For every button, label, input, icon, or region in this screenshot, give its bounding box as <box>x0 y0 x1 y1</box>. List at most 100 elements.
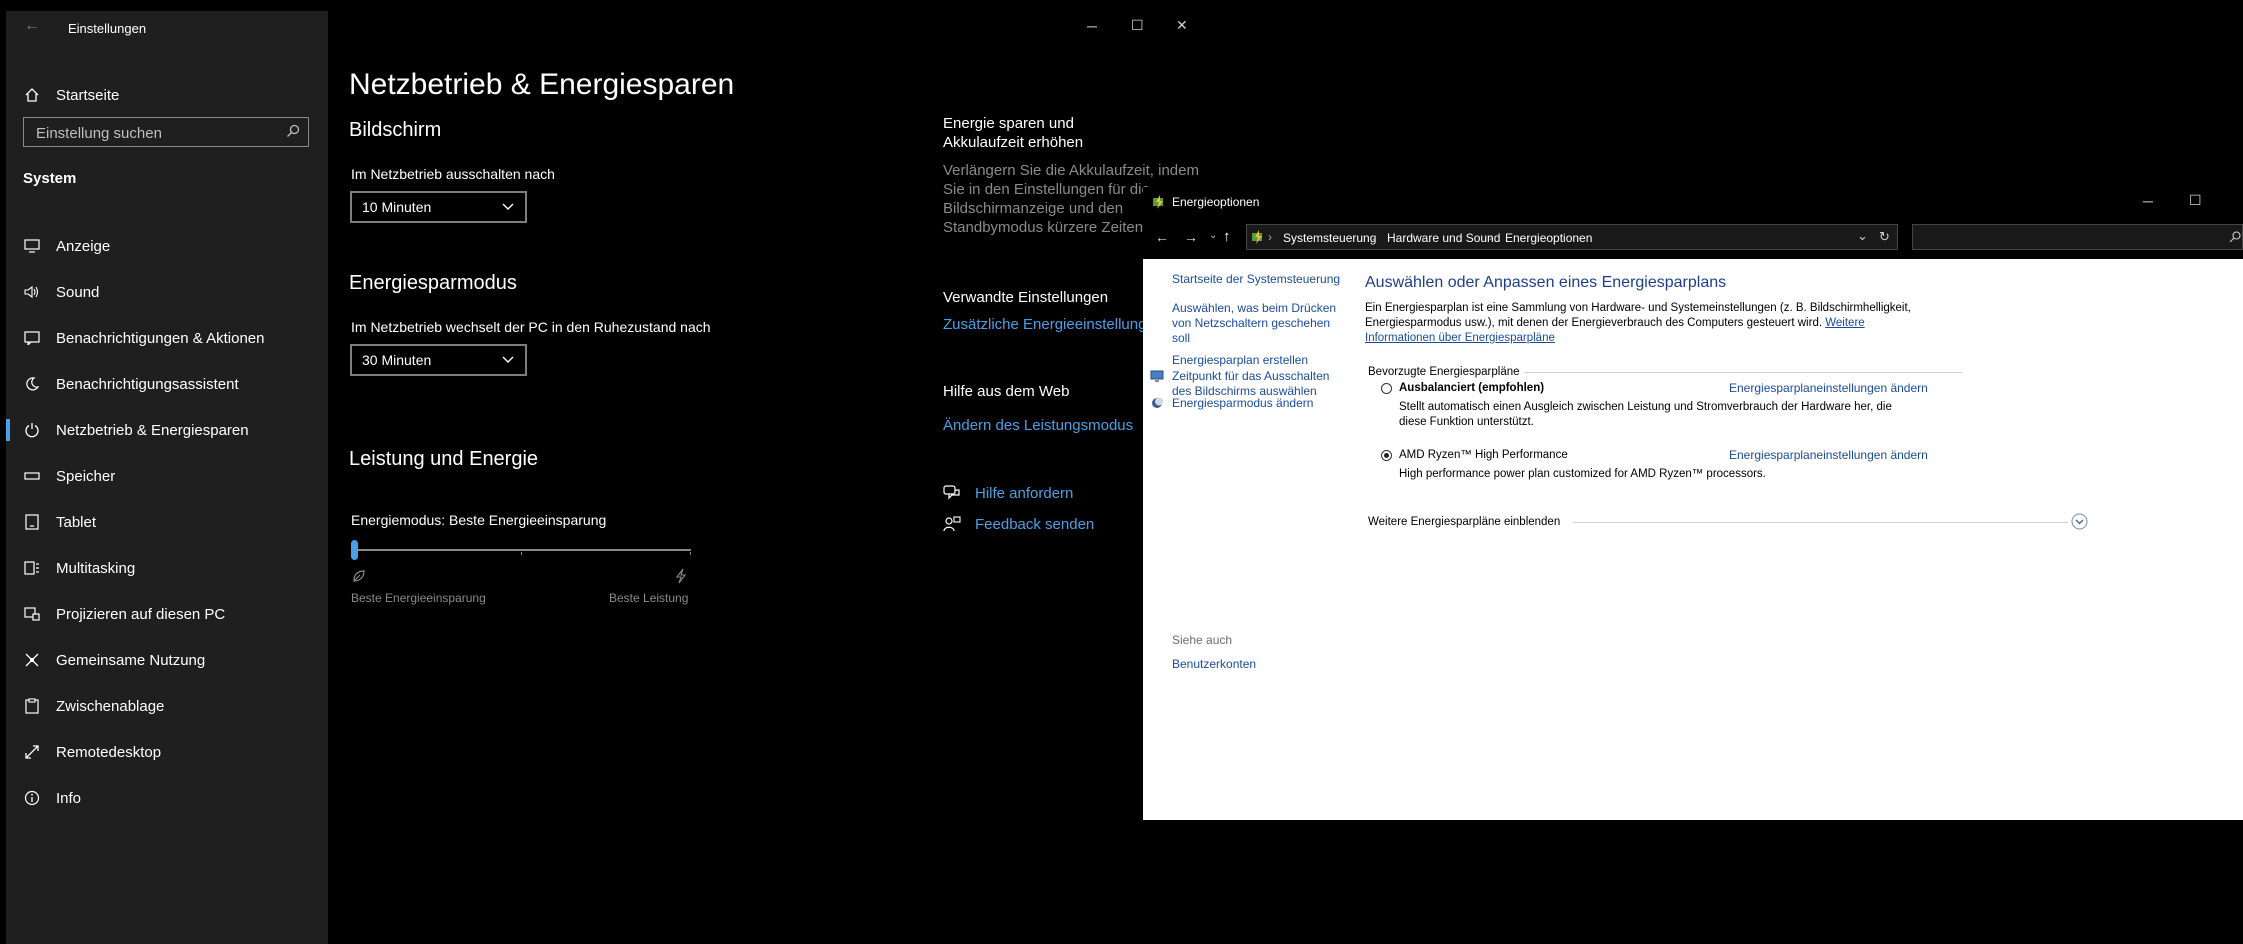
search-icon[interactable] <box>286 124 300 143</box>
nav-item-label: Tablet <box>56 513 97 531</box>
display-timeout-icon <box>1150 370 1164 388</box>
display-timeout-link[interactable]: Zeitpunkt für das Ausschalten des Bildsc… <box>1172 369 1342 399</box>
share-icon <box>22 650 42 670</box>
power-options-content: Startseite der Systemsteuerung Auswählen… <box>1143 259 2243 820</box>
plan-amd-settings-link[interactable]: Energiesparplaneinstellungen ändern <box>1729 448 1928 463</box>
save-energy-title: Energie sparen und Akkulaufzeit erhöhen <box>943 115 1084 151</box>
slider-tick <box>690 552 691 555</box>
plan-balanced-settings-link[interactable]: Energiesparplaneinstellungen ändern <box>1729 381 1928 396</box>
nav-item-label: Anzeige <box>56 237 111 255</box>
slider-tick <box>521 552 522 555</box>
expand-more-plans-icon[interactable] <box>2071 513 2088 530</box>
nav-item-benachrichtigungsassistent[interactable]: Benachrichtigungsassistent <box>6 362 328 406</box>
sleep-timeout-dropdown[interactable]: 30 Minuten <box>350 344 527 376</box>
plan-balanced-description: Stellt automatisch einen Ausgleich zwisc… <box>1399 400 1919 430</box>
nav-item-tablet[interactable]: Tablet <box>6 500 328 544</box>
intro-line: Energiesparmodus usw.), mit denen der En… <box>1365 316 1925 331</box>
maximize-icon[interactable]: ☐ <box>1131 17 1144 34</box>
divider <box>1573 522 2068 523</box>
back-arrow-icon[interactable]: ← <box>24 17 40 35</box>
user-accounts-link[interactable]: Benutzerkonten <box>1172 657 1256 672</box>
nav-item-label: Sound <box>56 283 100 301</box>
up-arrow-icon[interactable]: ↑ <box>1223 228 1231 245</box>
speaker-icon <box>22 282 42 302</box>
create-plan-link[interactable]: Energiesparplan erstellen <box>1172 353 1342 368</box>
screen-heading: Bildschirm <box>349 119 442 141</box>
nav-item-anzeige[interactable]: Anzeige <box>6 224 328 268</box>
nav-item-label: Multitasking <box>56 559 136 577</box>
nav-home[interactable]: Startseite <box>6 73 328 117</box>
nav-item-benachrichtigungen-aktionen[interactable]: Benachrichtigungen & Aktionen <box>6 316 328 360</box>
screen-timeout-dropdown[interactable]: 10 Minuten <box>350 191 527 223</box>
remote-icon <box>22 742 42 762</box>
nav-item-label: Netzbetrieb & Energiesparen <box>56 421 249 439</box>
nav-item-info[interactable]: Info <box>6 776 328 820</box>
nav-item-label: Projizieren auf diesen PC <box>56 605 226 623</box>
nav-item-projizieren-auf-diesen-pc[interactable]: Projizieren auf diesen PC <box>6 592 328 636</box>
plan-desc-line: diese Funktion unterstützt. <box>1399 416 1534 428</box>
plan-balanced-name[interactable]: Ausbalanciert (empfohlen) <box>1399 381 1544 396</box>
address-dropdown-icon[interactable]: ⌄ <box>1857 228 1868 244</box>
intro-text: Energiesparmodus usw.), mit denen der En… <box>1365 317 1823 329</box>
window-title: Einstellungen <box>68 21 147 36</box>
plan-balanced-radio[interactable] <box>1381 383 1392 394</box>
maximize-icon[interactable]: ☐ <box>2189 192 2202 209</box>
get-help-link[interactable]: Hilfe anfordern <box>975 485 1073 502</box>
slider-thumb[interactable] <box>351 540 358 560</box>
nav-item-speicher[interactable]: Speicher <box>6 454 328 498</box>
show-more-plans-label[interactable]: Weitere Energiesparpläne einblenden <box>1368 515 1560 530</box>
additional-power-settings-link[interactable]: Zusätzliche Energieeinstellungen <box>943 316 1163 333</box>
help-chat-icon <box>943 485 961 506</box>
see-also-label: Siehe auch <box>1172 633 1233 647</box>
breadcrumb-systemsteuerung[interactable]: Systemsteuerung <box>1283 231 1376 245</box>
breadcrumb-separator: › <box>1268 230 1272 244</box>
nav-item-remotedesktop[interactable]: Remotedesktop <box>6 730 328 774</box>
nav-item-sound[interactable]: Sound <box>6 270 328 314</box>
refresh-icon[interactable]: ↻ <box>1879 229 1890 245</box>
info-icon <box>22 788 42 808</box>
nav-item-netzbetrieb-energiesparen[interactable]: Netzbetrieb & Energiesparen <box>6 408 328 452</box>
chevron-down-icon <box>502 356 514 363</box>
nav-item-label: Speicher <box>56 467 116 485</box>
plan-amd-description: High performance power plan customized f… <box>1399 468 1766 480</box>
control-panel-home-link[interactable]: Startseite der Systemsteuerung <box>1172 272 1342 287</box>
nav-item-zwischenablage[interactable]: Zwischenablage <box>6 684 328 728</box>
moon-icon <box>22 374 42 394</box>
breadcrumb-separator: › <box>1489 230 1493 244</box>
nav-item-label: Benachrichtigungen & Aktionen <box>56 329 265 347</box>
nav-item-label: Remotedesktop <box>56 743 162 761</box>
nav-item-multitasking[interactable]: Multitasking <box>6 546 328 590</box>
performance-heading: Leistung und Energie <box>349 448 539 470</box>
breadcrumb-hardware-sound[interactable]: Hardware und Sound <box>1387 231 1500 245</box>
power-buttons-link[interactable]: Auswählen, was beim Drücken von Netzscha… <box>1172 301 1342 346</box>
plan-amd-radio[interactable] <box>1381 450 1392 461</box>
search-box[interactable] <box>23 117 309 147</box>
minimize-icon[interactable]: ─ <box>2143 193 2153 209</box>
more-info-link-part[interactable]: Weitere <box>1825 317 1864 329</box>
chevron-down-icon <box>502 203 514 210</box>
search-control-panel-input[interactable] <box>1912 224 2243 250</box>
slider-min-label: Beste Energieeinsparung <box>351 591 486 605</box>
forward-arrow-icon[interactable]: → <box>1184 229 1198 245</box>
search-icon[interactable] <box>2229 230 2241 248</box>
send-feedback-link[interactable]: Feedback senden <box>975 516 1094 533</box>
close-icon[interactable]: ✕ <box>1176 17 1188 34</box>
display-icon <box>22 236 42 256</box>
tablet-icon <box>22 512 42 532</box>
minimize-icon[interactable]: ─ <box>1087 18 1097 34</box>
more-info-link[interactable]: Informationen über Energiesparpläne <box>1365 331 1925 346</box>
breadcrumb-energieoptionen[interactable]: Energieoptionen <box>1505 231 1592 245</box>
storage-icon <box>22 466 42 486</box>
plan-amd-name[interactable]: AMD Ryzen™ High Performance <box>1399 448 1568 463</box>
change-performance-mode-link[interactable]: Ändern des Leistungsmodus <box>943 417 1133 434</box>
energy-mode-slider[interactable] <box>351 540 691 560</box>
home-icon <box>22 85 42 105</box>
multitasking-icon <box>22 558 42 578</box>
page-title: Netzbetrieb & Energiesparen <box>349 68 735 101</box>
sleep-mode-link[interactable]: Energiesparmodus ändern <box>1172 396 1342 411</box>
recent-dropdown-icon[interactable]: ⌄ <box>1209 230 1217 241</box>
back-arrow-icon[interactable]: ← <box>1155 229 1169 245</box>
nav-item-gemeinsame-nutzung[interactable]: Gemeinsame Nutzung <box>6 638 328 682</box>
search-input[interactable] <box>34 123 278 143</box>
breadcrumb[interactable]: › Systemsteuerung › Hardware und Sound ›… <box>1246 224 1898 250</box>
